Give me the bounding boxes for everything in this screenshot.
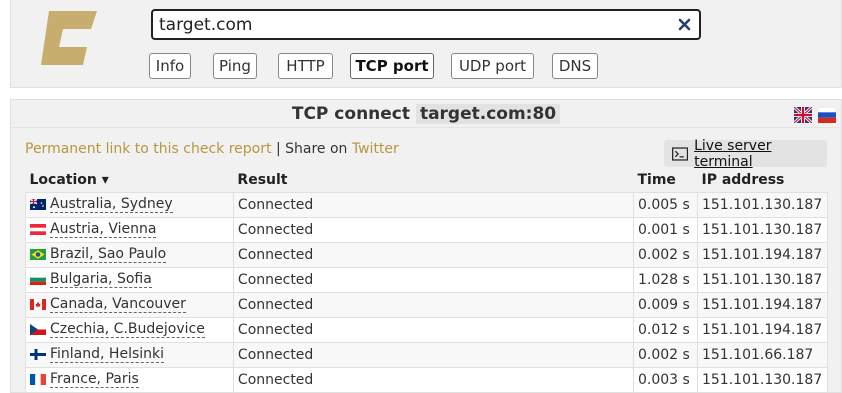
location-link[interactable]: France, Paris — [50, 371, 139, 388]
twitter-link[interactable]: Twitter — [352, 141, 399, 157]
time-cell: 0.002 s — [633, 341, 698, 368]
table-row: Bulgaria, Sofia Connected 1.028 s 151.10… — [25, 266, 829, 293]
location-link[interactable]: Finland, Helsinki — [50, 346, 165, 363]
result-cell: Connected — [232, 291, 635, 318]
result-cell: Connected — [232, 216, 635, 243]
czechia-flag-icon — [30, 324, 46, 335]
column-header-location[interactable]: Location ▾ — [26, 169, 234, 192]
result-cell: Connected — [232, 266, 635, 293]
location-cell: Czechia, C.Budejovice — [25, 316, 234, 343]
france-flag-icon — [30, 374, 46, 385]
time-cell: 1.028 s — [633, 266, 698, 293]
column-header-result: Result — [237, 172, 288, 189]
tab-info[interactable]: Info — [149, 53, 191, 79]
ip-cell: 151.101.194.187 — [696, 241, 829, 268]
brazil-flag-icon — [30, 249, 46, 260]
location-cell: Brazil, Sao Paulo — [25, 241, 234, 268]
location-link[interactable]: Brazil, Sao Paulo — [50, 246, 167, 263]
results-table: Location ▾ Result Time IP address Austra… — [25, 169, 829, 393]
table-row: Austria, Vienna Connected 0.001 s 151.10… — [25, 216, 829, 243]
location-link[interactable]: Austria, Vienna — [50, 221, 157, 238]
site-logo[interactable] — [39, 9, 99, 67]
time-cell: 0.001 s — [633, 216, 698, 243]
tab-ping[interactable]: Ping — [213, 53, 257, 79]
location-cell: Finland, Helsinki — [25, 341, 234, 368]
location-link[interactable]: Bulgaria, Sofia — [50, 271, 152, 288]
table-row: Finland, Helsinki Connected 0.002 s 151.… — [25, 341, 829, 368]
live-terminal-button[interactable]: Live server terminal — [664, 137, 827, 170]
result-cell: Connected — [232, 241, 635, 268]
uk-flag-icon[interactable] — [794, 107, 812, 123]
location-link[interactable]: Canada, Vancouver — [50, 296, 186, 313]
ip-cell: 151.101.130.187 — [696, 191, 829, 218]
table-row: France, Paris Connected 0.003 s 151.101.… — [25, 366, 829, 393]
austria-flag-icon — [30, 224, 46, 235]
search-box[interactable] — [151, 9, 701, 40]
terminal-icon — [672, 146, 689, 161]
tab-dns[interactable]: DNS — [552, 53, 598, 79]
result-cell: Connected — [232, 316, 635, 343]
location-link[interactable]: Czechia, C.Budejovice — [50, 321, 205, 338]
ip-cell: 151.101.130.187 — [696, 216, 829, 243]
search-input[interactable] — [159, 14, 659, 36]
table-row: Australia, Sydney Connected 0.005 s 151.… — [25, 191, 829, 218]
tab-http[interactable]: HTTP — [278, 53, 333, 79]
time-cell: 0.005 s — [633, 191, 698, 218]
table-row: Brazil, Sao Paulo Connected 0.002 s 151.… — [25, 241, 829, 268]
header-panel: Info Ping HTTP TCP port UDP port DNS — [10, 0, 842, 88]
permanent-link[interactable]: Permanent link to this check report — [25, 141, 272, 157]
share-separator: | Share on — [275, 141, 348, 157]
result-panel: TCP connect target.com:80 Permanent link… — [10, 99, 842, 393]
share-row: Permanent link to this check report | Sh… — [25, 141, 399, 157]
ip-cell: 151.101.194.187 — [696, 316, 829, 343]
table-row: Canada, Vancouver Connected 0.009 s 151.… — [25, 291, 829, 318]
column-header-ip: IP address — [701, 172, 785, 189]
ip-cell: 151.101.66.187 — [696, 341, 829, 368]
result-cell: Connected — [232, 191, 635, 218]
bulgaria-flag-icon — [30, 274, 46, 285]
close-icon[interactable] — [678, 18, 691, 31]
time-cell: 0.003 s — [633, 366, 698, 393]
ip-cell: 151.101.130.187 — [696, 266, 829, 293]
title-prefix: TCP connect — [291, 104, 411, 124]
ip-cell: 151.101.130.187 — [696, 366, 829, 393]
column-header-time: Time — [637, 172, 676, 189]
page-title: TCP connect target.com:80 — [11, 104, 841, 124]
location-cell: France, Paris — [25, 366, 234, 393]
result-cell: Connected — [232, 341, 635, 368]
location-cell: Austria, Vienna — [25, 216, 234, 243]
canada-flag-icon — [30, 299, 46, 310]
table-row: Czechia, C.Budejovice Connected 0.012 s … — [25, 316, 829, 343]
australia-flag-icon — [30, 199, 46, 210]
location-link[interactable]: Australia, Sydney — [50, 196, 173, 213]
live-terminal-label: Live server terminal — [694, 137, 772, 170]
location-cell: Bulgaria, Sofia — [25, 266, 234, 293]
time-cell: 0.012 s — [633, 316, 698, 343]
finland-flag-icon — [30, 349, 46, 360]
result-cell: Connected — [232, 366, 635, 393]
ip-cell: 151.101.194.187 — [696, 291, 829, 318]
location-cell: Canada, Vancouver — [25, 291, 234, 318]
time-cell: 0.002 s — [633, 241, 698, 268]
tab-tcp-port[interactable]: TCP port — [350, 53, 434, 79]
russia-flag-icon[interactable] — [818, 107, 836, 123]
time-cell: 0.009 s — [633, 291, 698, 318]
panel-title-bar: TCP connect target.com:80 — [11, 100, 841, 128]
tab-udp-port[interactable]: UDP port — [451, 53, 534, 79]
table-header-row: Location ▾ Result Time IP address — [26, 169, 828, 192]
location-cell: Australia, Sydney — [25, 191, 234, 218]
title-host: target.com:80 — [415, 104, 561, 124]
